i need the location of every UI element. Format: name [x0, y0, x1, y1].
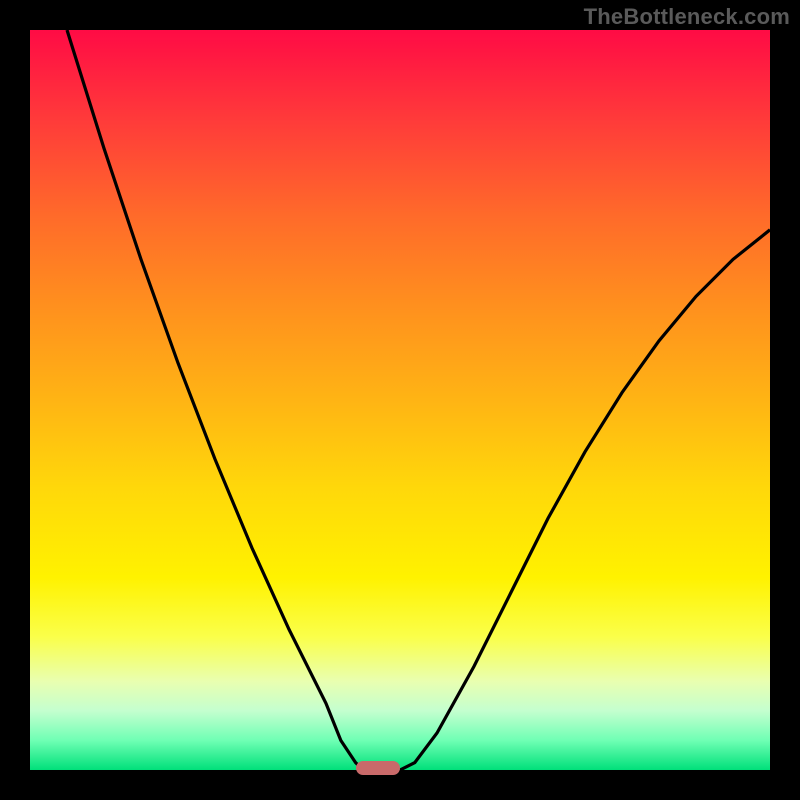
- minimum-marker: [356, 761, 400, 775]
- chart-frame: TheBottleneck.com: [0, 0, 800, 800]
- left-curve: [67, 30, 363, 770]
- right-curve: [400, 230, 770, 770]
- curve-layer: [30, 30, 770, 770]
- watermark-text: TheBottleneck.com: [584, 4, 790, 30]
